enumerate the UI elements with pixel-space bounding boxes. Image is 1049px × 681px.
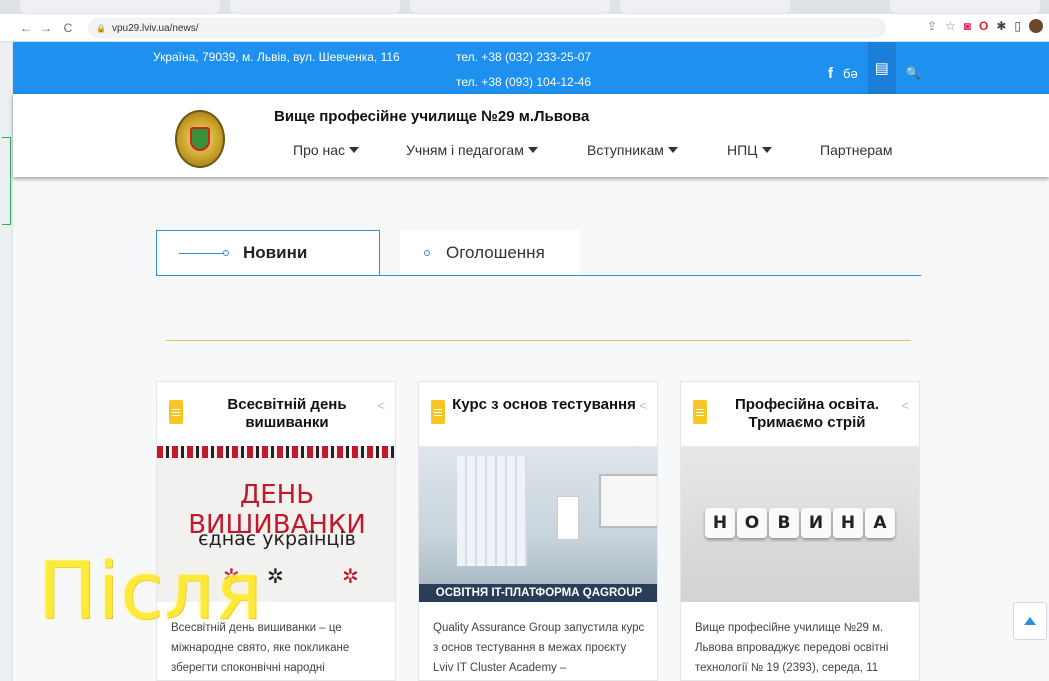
tab-news-label: Новини: [243, 243, 308, 262]
pocket-icon[interactable]: ◙: [964, 19, 971, 33]
browser-tab[interactable]: [890, 0, 1040, 13]
overlay-caption: Після: [38, 547, 263, 637]
news-tabs: Новини Оголошення: [156, 230, 921, 276]
vk-icon[interactable]: бə: [843, 66, 858, 81]
tab-announcements[interactable]: Оголошення: [400, 230, 580, 275]
share-icon[interactable]: ⇪: [927, 19, 937, 33]
news-card-excerpt: Quality Assurance Group запустила курс з…: [433, 622, 645, 674]
menu-item-label: Учням і педагогам: [406, 142, 524, 158]
browser-tab[interactable]: [620, 0, 790, 13]
chevron-down-icon: [527, 147, 538, 153]
opera-icon[interactable]: O: [979, 19, 988, 33]
back-button[interactable]: ←: [18, 21, 34, 35]
school-logo[interactable]: [175, 110, 225, 168]
social-links: f бə ▤ 🔍: [828, 42, 921, 94]
ornament-icon: ✲: [267, 566, 284, 588]
extension-toolbar: ⇪ ☆ ◙ O ✱ ▯: [927, 19, 1043, 33]
news-card-title[interactable]: Курс з основ тестування: [451, 396, 637, 414]
letter-cube: В: [769, 508, 799, 538]
letter-cube: Н: [705, 508, 735, 538]
ornament-icon: ✲: [342, 566, 359, 588]
letter-cubes: Н О В И Н А: [705, 508, 895, 538]
tab-news[interactable]: Новини: [156, 230, 380, 275]
profile-avatar[interactable]: [1029, 19, 1043, 33]
tab-dot-icon: [424, 249, 430, 256]
classroom-window: [457, 456, 527, 566]
document-icon: [431, 400, 445, 424]
contact-address: Україна, 79039, м. Львів, вул. Шевченка,…: [153, 50, 400, 64]
chevron-down-icon: [761, 147, 772, 153]
address-bar: ← → C 🔒 vpu29.lviv.ua/news/ ⇪ ☆ ◙ O ✱ ▯: [0, 14, 1049, 42]
browser-tab[interactable]: [20, 0, 220, 13]
share-icon[interactable]: <: [901, 398, 909, 413]
menu-item-label: Партнерам: [820, 142, 893, 158]
browser-tab-strip: [0, 0, 1049, 14]
browser-tab[interactable]: [410, 0, 610, 13]
letter-cube: А: [865, 508, 895, 538]
menu-item-label: Про нас: [293, 142, 346, 158]
news-card-image[interactable]: ОСВІТНЯ IT-ПЛАТФОРМА QAGROUP: [419, 446, 657, 602]
menu-item-label: Вступникам: [587, 142, 664, 158]
letter-cube: Н: [833, 508, 863, 538]
chat-icon[interactable]: ▤: [867, 42, 896, 94]
contact-bar: Україна, 79039, м. Львів, вул. Шевченка,…: [13, 42, 1049, 94]
tab-announcements-label: Оголошення: [446, 242, 545, 262]
left-gutter: [0, 42, 13, 681]
menu-item-label: НПЦ: [727, 142, 758, 158]
tab-line-decoration: [179, 252, 223, 254]
news-card-title[interactable]: Професійна освіта. Тримаємо стрій: [721, 396, 893, 432]
logo-emblem: [190, 127, 210, 151]
url-text[interactable]: vpu29.lviv.ua/news/: [112, 23, 199, 34]
image-banner: ОСВІТНЯ IT-ПЛАТФОРМА QAGROUP: [419, 584, 657, 602]
letter-cube: О: [737, 508, 767, 538]
facebook-icon[interactable]: f: [828, 65, 833, 82]
menu-item-applicants[interactable]: Вступникам: [587, 142, 727, 158]
menu-item-partners[interactable]: Партнерам: [820, 142, 892, 158]
classroom-board: [599, 474, 657, 528]
contact-phone-2[interactable]: тел. +38 (093) 104-12-46: [456, 75, 591, 89]
contact-phone-1[interactable]: тел. +38 (032) 233-25-07: [456, 50, 591, 64]
main-menu: Про нас Учням і педагогам Вступникам НПЦ…: [293, 142, 892, 158]
divider: [166, 340, 911, 341]
menu-item-npc[interactable]: НПЦ: [727, 142, 820, 158]
news-card-excerpt: Вище професійне училище №29 м. Львова вп…: [695, 622, 889, 674]
school-name[interactable]: Вище професійне училище №29 м.Львова: [274, 108, 589, 125]
star-icon[interactable]: ☆: [945, 19, 956, 33]
scroll-top-button[interactable]: [1013, 602, 1047, 640]
embroidery-border: [157, 446, 395, 458]
news-card[interactable]: Курс з основ тестування < ОСВІТНЯ IT-ПЛА…: [418, 381, 658, 681]
classroom-stand: [557, 496, 579, 540]
share-icon[interactable]: <: [639, 398, 647, 413]
reload-button[interactable]: C: [60, 21, 76, 35]
share-icon[interactable]: <: [377, 398, 385, 413]
chevron-down-icon: [667, 147, 678, 153]
arrow-up-icon: [1024, 617, 1036, 625]
news-card-title[interactable]: Всесвітній день вишиванки: [207, 396, 367, 432]
gutter-marker: [2, 137, 11, 225]
tab-dot-icon: [223, 250, 229, 256]
lock-icon: 🔒: [96, 23, 106, 33]
news-card[interactable]: Професійна освіта. Тримаємо стрій < Н О …: [680, 381, 920, 681]
letter-cube: И: [801, 508, 831, 538]
url-field[interactable]: 🔒 vpu29.lviv.ua/news/: [88, 18, 886, 38]
search-icon[interactable]: 🔍: [906, 66, 921, 80]
forward-button[interactable]: →: [38, 21, 54, 35]
document-icon: [693, 400, 707, 424]
menu-item-about[interactable]: Про нас: [293, 142, 406, 158]
site-header: Вище професійне училище №29 м.Львова Про…: [13, 94, 1049, 177]
sidepanel-icon[interactable]: ▯: [1014, 19, 1021, 33]
menu-item-students[interactable]: Учням і педагогам: [406, 142, 587, 158]
puzzle-icon[interactable]: ✱: [996, 19, 1006, 33]
browser-tab[interactable]: [230, 0, 400, 13]
news-card-image[interactable]: Н О В И Н А: [681, 446, 919, 602]
document-icon: [169, 400, 183, 424]
chevron-down-icon: [349, 147, 360, 153]
